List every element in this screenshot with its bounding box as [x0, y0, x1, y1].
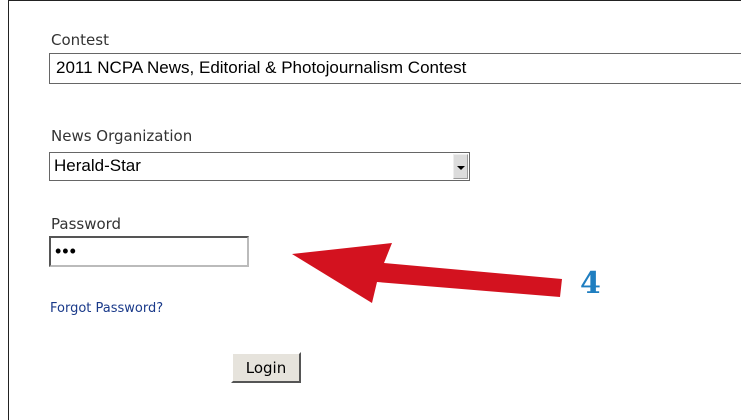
arrow-icon [292, 243, 562, 303]
step-number: 4 [580, 266, 601, 301]
annotation-arrow [292, 243, 562, 303]
